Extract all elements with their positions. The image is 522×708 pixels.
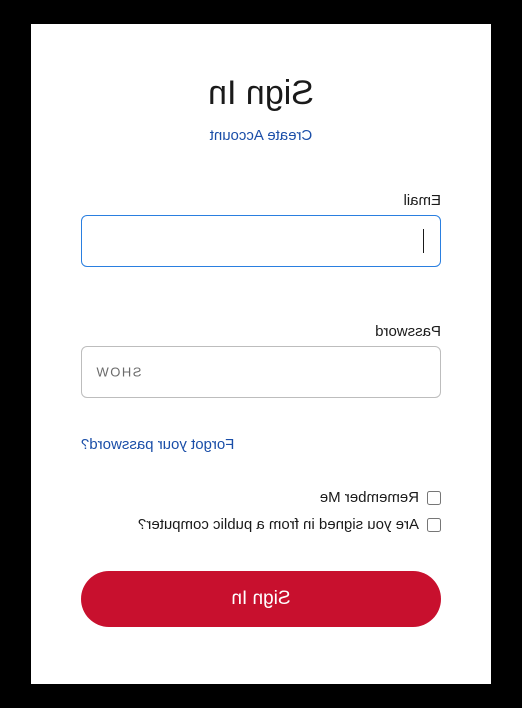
public-computer-label[interactable]: Are you signed in from a public computer… xyxy=(138,516,419,533)
forgot-password-link[interactable]: Forgot your password? xyxy=(81,436,234,453)
create-account-link[interactable]: Create Account xyxy=(81,127,441,144)
email-label: Email xyxy=(81,192,441,209)
sign-in-card: Sign In Create Account Email Password SH… xyxy=(31,24,491,684)
email-field-group: Email xyxy=(81,192,441,267)
password-field-group: Password SHOW xyxy=(81,323,441,398)
page-title: Sign In xyxy=(81,74,441,113)
remember-me-label[interactable]: Remember Me xyxy=(320,489,419,506)
text-caret xyxy=(423,229,424,253)
password-label: Password xyxy=(81,323,441,340)
remember-me-row: Remember Me xyxy=(81,489,441,506)
email-input[interactable] xyxy=(81,215,441,267)
password-input-wrapper: SHOW xyxy=(81,346,441,398)
remember-me-checkbox[interactable] xyxy=(427,491,441,505)
public-computer-row: Are you signed in from a public computer… xyxy=(81,516,441,533)
public-computer-checkbox[interactable] xyxy=(427,518,441,532)
sign-in-button[interactable]: Sign In xyxy=(81,571,441,627)
show-password-toggle[interactable]: SHOW xyxy=(95,365,141,380)
